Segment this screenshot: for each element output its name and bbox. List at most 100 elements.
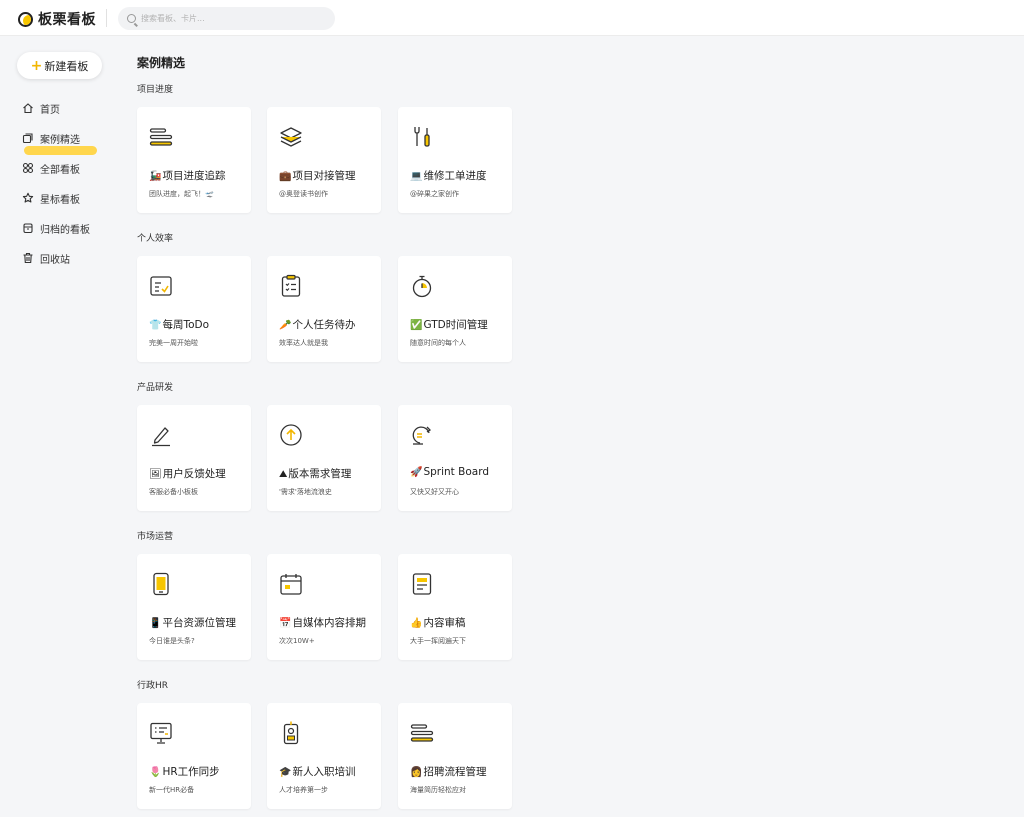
template-card[interactable]: 💼项目对接管理 @奥登读书创作 (267, 107, 381, 213)
clipboard-icon (279, 274, 303, 298)
card-title: 🚀Sprint Board (410, 466, 489, 478)
template-card[interactable]: 🎓新人入职培训人才培养第一步 (267, 703, 381, 809)
group-title: 行政HR (137, 681, 169, 691)
card-subtitle: 人才培养第一步 (279, 786, 328, 794)
card-title-text: 招聘流程管理 (423, 766, 487, 778)
card-title: ✅GTD时间管理 (410, 317, 488, 332)
sidebar-item-2[interactable]: 全部看板 (22, 153, 117, 183)
sprint-icon (410, 423, 434, 447)
card-emoji: 🚂 (149, 171, 162, 182)
app-name: 板栗看板 (38, 12, 96, 28)
card-title-text: 版本需求管理 (288, 468, 352, 480)
search-input[interactable] (141, 14, 321, 23)
sidebar-item-label: 案例精选 (40, 134, 80, 146)
stopwatch-icon (410, 274, 434, 298)
presentation-icon (149, 721, 173, 745)
template-card[interactable]: 👩招聘流程管理海量简历轻松应对 (398, 703, 512, 809)
card-title: 🎓新人入职培训 (279, 764, 355, 779)
card-emoji: 👍 (410, 618, 423, 629)
sidebar-item-3[interactable]: 星标看板 (22, 183, 117, 213)
card-title-text: 个人任务待办 (292, 319, 356, 331)
card-title: 👩招聘流程管理 (410, 764, 486, 779)
card-title-text: 每周ToDo (162, 319, 210, 331)
app-logo[interactable]: 板栗看板 (18, 9, 96, 29)
card-title: 🚂项目进度追踪 (149, 168, 225, 183)
calendar-icon (279, 572, 303, 596)
template-card[interactable]: 🚀Sprint Board 又快又好又开心 (398, 405, 512, 511)
archive-icon (22, 222, 34, 234)
sidebar-item-5[interactable]: 回收站 (22, 243, 117, 273)
layers-icon (279, 125, 303, 149)
card-title-text: 自媒体内容排期 (292, 617, 366, 629)
card-title: 💼项目对接管理 (279, 168, 355, 183)
template-card[interactable]: 📱平台资源位管理今日谁是头条? (137, 554, 251, 660)
phone-icon (149, 572, 173, 596)
star-icon (22, 192, 34, 204)
card-emoji: ✅ (410, 320, 423, 331)
template-card[interactable]: 🥕个人任务待办效率达人就是我 (267, 256, 381, 362)
card-title-text: 平台资源位管理 (162, 617, 236, 629)
sidebar-item-1[interactable]: 案例精选 (22, 123, 117, 155)
card-title: ⛰版本需求管理 (279, 466, 351, 481)
template-card[interactable]: ✅GTD时间管理随意时间的每个人 (398, 256, 512, 362)
home-icon (22, 102, 34, 114)
board-stack-icon (22, 132, 34, 144)
card-emoji: 🎓 (279, 767, 292, 778)
card-title: 📅自媒体内容排期 (279, 615, 366, 630)
new-board-button[interactable]: + 新建看板 (17, 52, 102, 79)
template-card[interactable]: 🌷HR工作同步 新一代HR必备 (137, 703, 251, 809)
template-card[interactable]: 🖼用户反馈处理 客服必备小板板 (137, 405, 251, 511)
group-title: 市场运营 (137, 532, 174, 542)
card-title-text: 维修工单进度 (423, 170, 487, 182)
card-emoji: 👩 (410, 767, 423, 778)
divider (106, 9, 107, 27)
group-title: 产品研发 (137, 383, 174, 393)
sidebar-item-4[interactable]: 归档的看板 (22, 213, 117, 243)
group-title: 项目进度 (137, 85, 174, 95)
card-title-text: Sprint Board (423, 466, 489, 478)
card-subtitle: 团队进度，起飞！🛫 (149, 190, 214, 198)
upload-circle-icon (279, 423, 303, 447)
card-subtitle: 随意时间的每个人 (410, 339, 466, 347)
card-emoji: 📅 (279, 618, 292, 629)
progress-bars-icon (410, 721, 434, 745)
checklist-icon (149, 274, 173, 298)
card-title-text: 用户反馈处理 (162, 468, 226, 480)
template-card[interactable]: ⛰版本需求管理 '需求'落地流浪史 (267, 405, 381, 511)
new-board-label: 新建看板 (44, 59, 89, 73)
card-emoji: 📱 (149, 618, 162, 629)
card-subtitle: @奥登读书创作 (279, 190, 328, 198)
sidebar-item-label: 归档的看板 (40, 224, 90, 236)
card-emoji: 💼 (279, 171, 292, 182)
card-subtitle: @碎果之家创作 (410, 190, 459, 198)
sidebar-item-label: 星标看板 (40, 194, 80, 206)
card-title-text: 项目对接管理 (292, 170, 356, 182)
card-title: 🥕个人任务待办 (279, 317, 355, 332)
progress-bars-icon (149, 125, 173, 149)
template-card[interactable]: 💻维修工单进度 @碎果之家创作 (398, 107, 512, 213)
card-emoji: 🚀 (410, 467, 423, 478)
tools-icon (410, 125, 434, 149)
card-subtitle: 又快又好又开心 (410, 488, 459, 496)
logo-icon (18, 11, 33, 27)
sidebar-item-label: 回收站 (40, 254, 70, 266)
sidebar-item-0[interactable]: 首页 (22, 93, 117, 123)
sidebar-nav: 首页案例精选全部看板星标看板归档的看板回收站 (22, 93, 117, 273)
card-subtitle: 大手一挥阅遍天下 (410, 637, 466, 645)
card-subtitle: 效率达人就是我 (279, 339, 328, 347)
card-subtitle: 今日谁是头条? (149, 637, 195, 645)
card-subtitle: 海量简历轻松应对 (410, 786, 466, 794)
card-title-text: 内容审稿 (423, 617, 466, 629)
template-card[interactable]: 👍内容审稿大手一挥阅遍天下 (398, 554, 512, 660)
search-icon (127, 14, 136, 23)
template-card[interactable]: 🚂项目进度追踪团队进度，起飞！🛫 (137, 107, 251, 213)
group-title: 个人效率 (137, 234, 174, 244)
card-title-text: HR工作同步 (162, 766, 220, 778)
template-card[interactable]: 📅自媒体内容排期次次10W+ (267, 554, 381, 660)
document-icon (410, 572, 434, 596)
card-subtitle: 次次10W+ (279, 637, 315, 645)
template-card[interactable]: 👕每周ToDo 完美一周开始啦 (137, 256, 251, 362)
card-title-text: 新人入职培训 (292, 766, 356, 778)
search-box[interactable] (118, 7, 335, 30)
card-subtitle: 客服必备小板板 (149, 488, 198, 496)
